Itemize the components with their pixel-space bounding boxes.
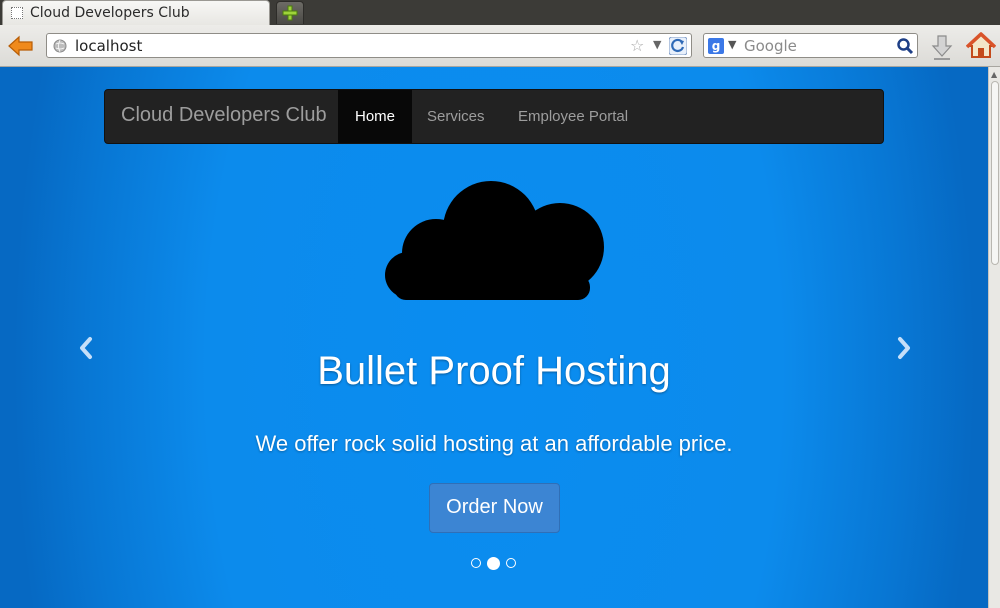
history-dropdown-icon[interactable]: ▼ — [653, 38, 661, 51]
carousel-indicator-2[interactable] — [487, 557, 500, 570]
nav-item-services[interactable]: Services — [427, 90, 485, 143]
site-navbar: Cloud Developers Club Home Services Empl… — [104, 89, 884, 144]
home-icon — [965, 32, 997, 58]
cloud-icon — [385, 181, 604, 300]
carousel-indicator-1[interactable] — [471, 558, 481, 568]
carousel-subline: We offer rock solid hosting at an afford… — [255, 431, 733, 456]
nav-item-employee-portal[interactable]: Employee Portal — [518, 90, 628, 143]
browser-toolbar: localhost ☆ ▼ g ▼ Google — [0, 25, 1000, 67]
home-button[interactable] — [965, 31, 997, 61]
globe-icon — [53, 39, 67, 53]
google-g-icon[interactable]: g — [708, 38, 724, 54]
carousel-headline: Bullet Proof Hosting — [317, 349, 671, 393]
address-bar[interactable]: localhost ☆ ▼ — [46, 33, 692, 58]
downloads-button[interactable] — [929, 33, 955, 61]
browser-tab[interactable]: Cloud Developers Club — [2, 0, 270, 25]
back-button[interactable] — [6, 32, 36, 60]
tab-title: Cloud Developers Club — [30, 5, 190, 21]
reload-icon[interactable] — [669, 37, 687, 55]
nav-item-home[interactable]: Home — [338, 90, 412, 143]
bookmark-star-icon[interactable]: ☆ — [630, 36, 644, 55]
page-favicon-icon — [11, 7, 23, 19]
scroll-up-icon[interactable]: ▲ — [991, 70, 997, 79]
order-now-button[interactable]: Order Now — [429, 483, 560, 533]
new-tab-button[interactable] — [276, 1, 304, 24]
scrollbar-thumb[interactable] — [991, 81, 999, 265]
vertical-scrollbar[interactable]: ▲ — [988, 67, 1000, 608]
search-bar[interactable]: g ▼ Google — [703, 33, 918, 58]
site-brand[interactable]: Cloud Developers Club — [121, 104, 327, 127]
url-text: localhost — [75, 37, 143, 55]
search-icon[interactable] — [896, 37, 914, 55]
search-input[interactable]: Google — [744, 37, 797, 55]
plus-icon — [282, 5, 298, 21]
search-engine-dropdown-icon[interactable]: ▼ — [728, 38, 736, 51]
carousel-indicator-3[interactable] — [506, 558, 516, 568]
back-arrow-icon — [8, 35, 33, 57]
download-arrow-icon — [931, 35, 953, 60]
browser-tab-strip: Cloud Developers Club — [0, 0, 1000, 25]
page-viewport: Cloud Developers Club Home Services Empl… — [0, 67, 988, 608]
